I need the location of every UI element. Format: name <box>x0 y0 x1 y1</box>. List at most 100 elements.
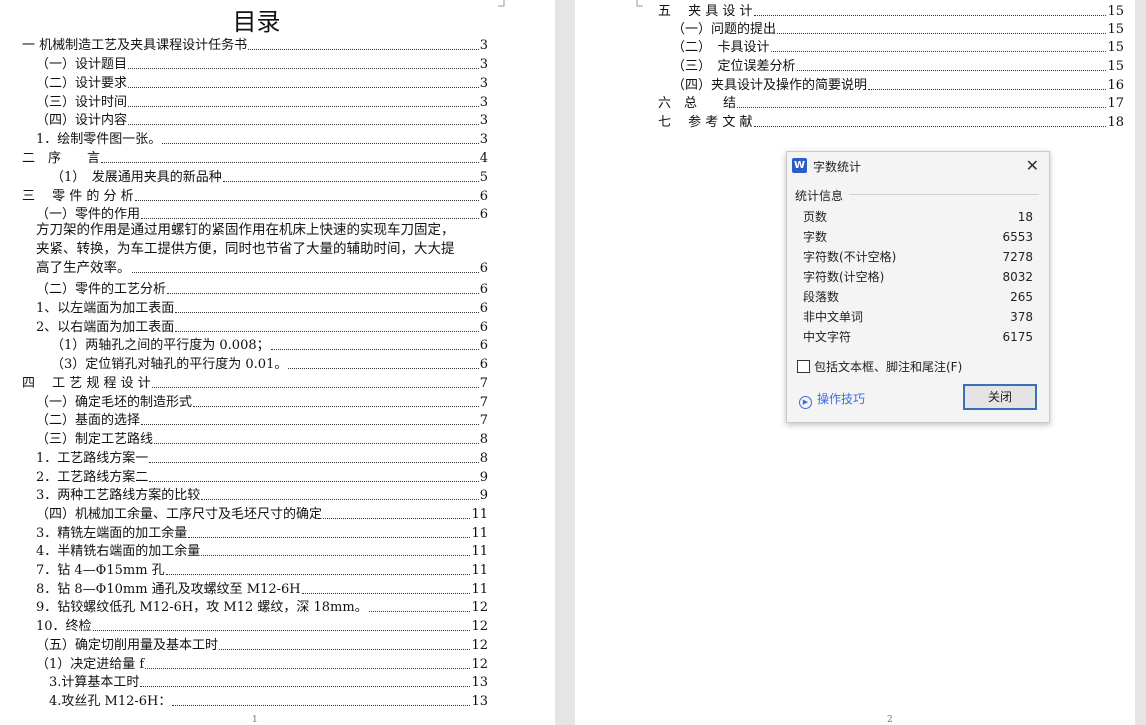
toc-entry[interactable]: （三）设计时间 3 <box>36 93 488 112</box>
close-button[interactable]: 关闭 <box>963 384 1037 410</box>
toc-entry-page: 11 <box>471 526 488 541</box>
body-paragraph-line: 夹紧、转换，为车工提供方便，同时也节省了大量的辅助时间，大大提 <box>36 241 455 257</box>
toc-leader-dots <box>172 692 471 706</box>
dialog-titlebar[interactable]: W 字数统计 ✕ <box>787 152 1049 180</box>
toc-entry[interactable]: （四）机械加工余量、工序尺寸及毛坯尺寸的确定 11 <box>36 505 488 524</box>
toc-entry[interactable]: （二）基面的选择 7 <box>36 411 488 430</box>
toc-leader-dots <box>92 617 471 631</box>
toc-entry-text: 1、以左端面为加工表面 <box>36 301 175 316</box>
toc-entry[interactable]: 7．钻 4—Φ15mm 孔 11 <box>36 561 488 580</box>
toc-entry[interactable]: 9．钻铰螺纹低孔 M12-6H，攻 M12 螺纹，深 18mm。 12 <box>36 598 488 617</box>
stat-value: 6175 <box>1002 330 1033 344</box>
toc-entry[interactable]: （二）设计要求 3 <box>36 74 488 93</box>
toc-entry[interactable]: （二）零件的工艺分析 6 <box>36 280 488 299</box>
toc-entry-page: 17 <box>1107 96 1124 111</box>
toc-entry[interactable]: 3．两种工艺路线方案的比较 9 <box>36 486 488 505</box>
toc-entry-page: 6 <box>479 189 488 204</box>
toc-entry-page: 15 <box>1107 59 1124 74</box>
wps-writer-icon: W <box>792 158 807 173</box>
toc-entry[interactable]: （一）问题的提出 15 <box>672 20 1124 39</box>
toc-entry[interactable]: （1）决定进给量 f 12 <box>36 655 488 674</box>
toc-entry[interactable]: 8．钻 8—Φ10mm 通孔及攻螺纹至 M12-6H 11 <box>36 580 488 599</box>
toc-entry[interactable]: 二 序 言 4 <box>22 149 488 168</box>
toc-entry-text: （3）定位销孔对轴孔的平行度为 0.01。 <box>51 357 288 372</box>
toc-entry[interactable]: （1）两轴孔之间的平行度为 0.008； 6 <box>51 336 488 355</box>
toc-title: 目录 <box>232 8 281 36</box>
toc-leader-dots <box>175 299 479 313</box>
stat-row: 非中文单词 378 <box>803 307 1033 327</box>
toc-entry[interactable]: （1） 发展通用夹具的新品种 5 <box>51 168 488 187</box>
toc-entry-text: 2、以右端面为加工表面 <box>36 320 175 335</box>
toc-entry[interactable]: （二） 卡具设计 15 <box>672 38 1124 57</box>
toc-entry[interactable]: 1、以左端面为加工表面 6 <box>36 299 488 318</box>
stat-value: 378 <box>1010 310 1033 324</box>
toc-leader-dots <box>154 430 479 444</box>
toc-entry-page: 12 <box>471 638 488 653</box>
stat-value: 18 <box>1017 210 1033 224</box>
toc-entry-text: （二）零件的工艺分析 <box>36 282 167 297</box>
toc-entry[interactable]: 六 总 结 17 <box>658 94 1124 113</box>
toc-entry-text: （二） 卡具设计 <box>672 40 770 55</box>
toc-entry[interactable]: 1．工艺路线方案一 8 <box>36 449 488 468</box>
toc-entry-text: （三）设计时间 <box>36 95 128 110</box>
stat-row: 字符数(不计空格) 7278 <box>803 247 1033 267</box>
toc-entry[interactable]: （一）确定毛坯的制造形式 7 <box>36 393 488 412</box>
play-icon: ▶ <box>799 396 812 409</box>
toc-entry-page: 3 <box>479 38 488 53</box>
toc-entry[interactable]: 4.攻丝孔 M12-6H： 13 <box>49 692 488 711</box>
dialog-title: 字数统计 <box>813 160 862 174</box>
toc-entry[interactable]: 2、以右端面为加工表面 6 <box>36 318 488 337</box>
toc-entry[interactable]: 2．工艺路线方案二 9 <box>36 468 488 487</box>
toc-entry-text: （三）制定工艺路线 <box>36 432 154 447</box>
include-textbox-footnotes-label[interactable]: 包括文本框、脚注和尾注(F) <box>814 358 962 375</box>
toc-leader-dots <box>131 259 479 273</box>
toc-entry-page: 6 <box>479 320 488 335</box>
toc-entry[interactable]: 3．精铣左端面的加工余量 11 <box>36 524 488 543</box>
toc-entry-page: 7 <box>479 395 488 410</box>
tips-label: 操作技巧 <box>817 392 866 406</box>
toc-entry-text: （二）设计要求 <box>36 76 128 91</box>
toc-leader-dots <box>219 636 471 650</box>
toc-entry[interactable]: 1．绘制零件图一张。 3 <box>36 130 488 149</box>
toc-leader-dots <box>777 20 1107 34</box>
word-count-dialog: W 字数统计 ✕ 统计信息 页数 18 字数 6553 字符数(不计空格) 7278 字符数… <box>786 151 1050 423</box>
toc-leader-dots <box>188 524 471 538</box>
stats-group-label: 统计信息 <box>795 189 844 203</box>
toc-entry[interactable]: （3）定位销孔对轴孔的平行度为 0.01。 6 <box>51 355 488 374</box>
toc-entry-page: 11 <box>471 544 488 559</box>
toc-entry[interactable]: （四）设计内容 3 <box>36 111 488 130</box>
toc-entry[interactable]: （五）确定切削用量及基本工时 12 <box>36 636 488 655</box>
page-number: 1 <box>252 715 258 725</box>
toc-entry[interactable]: 10．终检 12 <box>36 617 488 636</box>
stat-label: 非中文单词 <box>803 310 864 324</box>
toc-entry[interactable]: （三）制定工艺路线 8 <box>36 430 488 449</box>
toc-entry[interactable]: （一）设计题目 3 <box>36 55 488 74</box>
close-icon[interactable]: ✕ <box>1026 156 1039 175</box>
toc-entry-text: （1）决定进给量 f <box>36 657 145 672</box>
toc-leader-dots <box>141 205 479 219</box>
toc-entry-page: 18 <box>1107 115 1124 130</box>
page-gutter <box>555 0 575 725</box>
toc-entry-page: 6 <box>479 261 488 276</box>
toc-entry[interactable]: 三 零 件 的 分 析 6 <box>22 187 488 206</box>
toc-leader-dots <box>149 449 479 463</box>
toc-leader-dots <box>167 280 479 294</box>
toc-leader-dots <box>270 336 479 350</box>
toc-entry[interactable]: （四）夹具设计及操作的简要说明 16 <box>672 76 1124 95</box>
toc-entry[interactable]: 七 参 考 文 献 18 <box>658 113 1124 132</box>
toc-entry-text: 四 工 艺 规 程 设 计 <box>22 376 151 391</box>
group-divider <box>849 194 1039 195</box>
toc-leader-dots <box>128 55 479 69</box>
toc-entry[interactable]: 一 机械制造工艺及夹具课程设计任务书 3 <box>22 36 488 55</box>
toc-entry[interactable]: 高了生产效率。 6 <box>36 259 488 278</box>
toc-entry[interactable]: 3.计算基本工时 13 <box>49 673 488 692</box>
toc-entry[interactable]: 4．半精铣右端面的加工余量 11 <box>36 542 488 561</box>
toc-entry-text: 1．工艺路线方案一 <box>36 451 149 466</box>
toc-entry[interactable]: 四 工 艺 规 程 设 计 7 <box>22 374 488 393</box>
include-textbox-footnotes-checkbox[interactable] <box>797 360 810 373</box>
toc-entry-page: 12 <box>471 600 488 615</box>
toc-entry[interactable]: 五 夹 具 设 计 15 <box>658 2 1124 21</box>
toc-entry-page: 11 <box>471 507 488 522</box>
tips-link[interactable]: ▶ 操作技巧 <box>799 390 865 409</box>
toc-entry[interactable]: （三） 定位误差分析 15 <box>672 57 1124 76</box>
